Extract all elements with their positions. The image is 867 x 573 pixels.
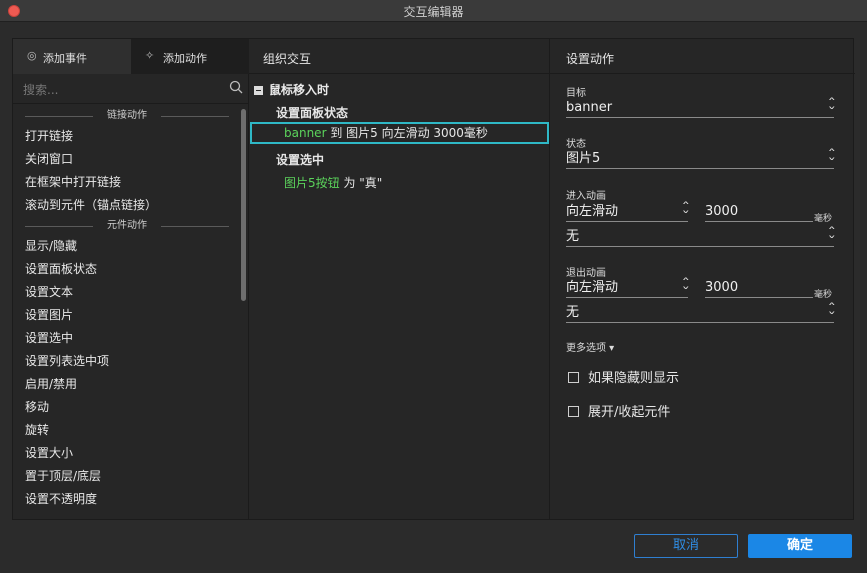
list-item[interactable]: 移动 [13, 396, 241, 419]
updown-icon: ˄ ˅ [826, 96, 836, 118]
sparkle-icon: ✧ [145, 49, 155, 62]
case-label[interactable]: 设置面板状态 [276, 104, 348, 121]
search-bar [13, 76, 249, 104]
event-row[interactable]: 鼠标移入时 [254, 81, 329, 98]
action-row[interactable]: 图片5按钮 为 "真" [284, 174, 382, 191]
list-item[interactable]: 旋转 [13, 419, 241, 442]
updown-icon: ˄ ˅ [826, 225, 836, 247]
scrollbar-thumb[interactable] [241, 109, 246, 301]
select-value: banner [566, 100, 613, 115]
list-item[interactable]: 设置大小 [13, 442, 241, 465]
section-header: 链接动作 [13, 107, 241, 125]
action-target: banner [284, 126, 327, 140]
left-panel: ◎ 添加事件 ✧ 添加动作 链接动作 打开链接 关闭窗口 在框架中打开链接 滚动… [13, 39, 249, 519]
exit-duration-input[interactable]: 3000 [705, 278, 813, 298]
checkbox-expand-collapse[interactable]: 展开/收起元件 [568, 401, 670, 420]
list-item[interactable]: 滚动到元件（锚点链接） [13, 194, 241, 217]
title-bar: 交互编辑器 [0, 0, 867, 22]
event-icon: ◎ [27, 49, 37, 62]
select-value: 无 [566, 305, 580, 320]
select-value: 向左滑动 [566, 280, 619, 295]
enter-anim-select[interactable]: 向左滑动 ˄ ˅ [566, 200, 690, 222]
enter-anim-label: 进入动画 [566, 191, 606, 202]
action-list: 链接动作 打开链接 关闭窗口 在框架中打开链接 滚动到元件（锚点链接） 元件动作… [13, 107, 241, 511]
action-text: 到 图片5 向左滑动 3000毫秒 [326, 126, 488, 140]
exit-easing-select[interactable]: 无 ˄ ˅ [566, 301, 836, 323]
input-value: 3000 [705, 280, 739, 295]
enter-duration-unit: 毫秒 [814, 214, 833, 224]
select-value: 无 [566, 229, 580, 244]
checkbox-box[interactable] [568, 406, 579, 417]
tab-bar: ◎ 添加事件 ✧ 添加动作 [13, 39, 249, 74]
select-value: 图片5 [566, 151, 601, 166]
action-row-selected[interactable]: banner 到 图片5 向左滑动 3000毫秒 [250, 122, 549, 144]
ok-button[interactable]: 确定 [748, 534, 852, 558]
list-item[interactable]: 设置面板状态 [13, 258, 241, 281]
checkbox-label: 如果隐藏则显示 [588, 371, 680, 386]
divider [550, 73, 855, 74]
checkbox-box[interactable] [568, 372, 579, 383]
more-options-toggle[interactable]: 更多选项 ▾ [566, 339, 614, 354]
list-item[interactable]: 在框架中打开链接 [13, 171, 241, 194]
input-value: 3000 [705, 204, 739, 219]
section-header: 元件动作 [13, 217, 241, 235]
list-item[interactable]: 打开链接 [13, 125, 241, 148]
updown-icon: ˄ ˅ [680, 276, 690, 298]
exit-duration-unit: 毫秒 [814, 290, 833, 300]
panel-title: 组织交互 [263, 52, 312, 66]
search-input[interactable] [23, 81, 223, 99]
action-text: 为 "真" [339, 176, 383, 190]
list-item[interactable]: 显示/隐藏 [13, 235, 241, 258]
enter-easing-select[interactable]: 无 ˄ ˅ [566, 225, 836, 247]
list-item[interactable]: 置于顶层/底层 [13, 465, 241, 488]
select-value: 向左滑动 [566, 204, 619, 219]
updown-icon: ˄ ˅ [680, 200, 690, 222]
updown-icon: ˄ ˅ [826, 147, 836, 169]
search-icon[interactable] [229, 80, 243, 94]
case-label[interactable]: 设置选中 [276, 151, 324, 168]
collapse-icon[interactable] [254, 86, 263, 95]
middle-panel: 组织交互 鼠标移入时 设置面板状态 banner 到 图片5 向左滑动 3000… [249, 39, 550, 519]
updown-icon: ˄ ˅ [826, 301, 836, 323]
checkbox-label: 展开/收起元件 [588, 405, 671, 420]
panel-title: 设置动作 [566, 52, 615, 66]
tab-add-event[interactable]: ◎ 添加事件 [13, 39, 131, 74]
list-item[interactable]: 设置列表选中项 [13, 350, 241, 373]
target-select[interactable]: banner ˄ ˅ [566, 96, 836, 118]
exit-anim-select[interactable]: 向左滑动 ˄ ˅ [566, 276, 690, 298]
list-item[interactable]: 设置不透明度 [13, 488, 241, 511]
exit-anim-label: 退出动画 [566, 268, 606, 279]
state-label: 状态 [566, 139, 586, 150]
tab-label: 添加动作 [163, 52, 207, 65]
state-select[interactable]: 图片5 ˄ ˅ [566, 147, 836, 169]
action-target: 图片5按钮 [284, 176, 340, 190]
list-item[interactable]: 关闭窗口 [13, 148, 241, 171]
list-item[interactable]: 设置文本 [13, 281, 241, 304]
enter-duration-input[interactable]: 3000 [705, 202, 813, 222]
window-title: 交互编辑器 [403, 5, 464, 19]
editor-body: ◎ 添加事件 ✧ 添加动作 链接动作 打开链接 关闭窗口 在框架中打开链接 滚动… [12, 38, 855, 520]
list-item[interactable]: 设置选中 [13, 327, 241, 350]
right-panel: 设置动作 目标 banner ˄ ˅ 状态 图片5 ˄ ˅ 进入动画 向左滑动 ˄ ˅… [550, 39, 855, 519]
tab-label: 添加事件 [43, 52, 87, 65]
divider [249, 73, 550, 74]
tab-add-action[interactable]: ✧ 添加动作 [131, 39, 249, 74]
event-label: 鼠标移入时 [269, 83, 330, 97]
list-item[interactable]: 设置图片 [13, 304, 241, 327]
checkbox-show-if-hidden[interactable]: 如果隐藏则显示 [568, 367, 679, 386]
target-label: 目标 [566, 88, 586, 99]
cancel-button[interactable]: 取消 [634, 534, 738, 558]
list-item[interactable]: 启用/禁用 [13, 373, 241, 396]
